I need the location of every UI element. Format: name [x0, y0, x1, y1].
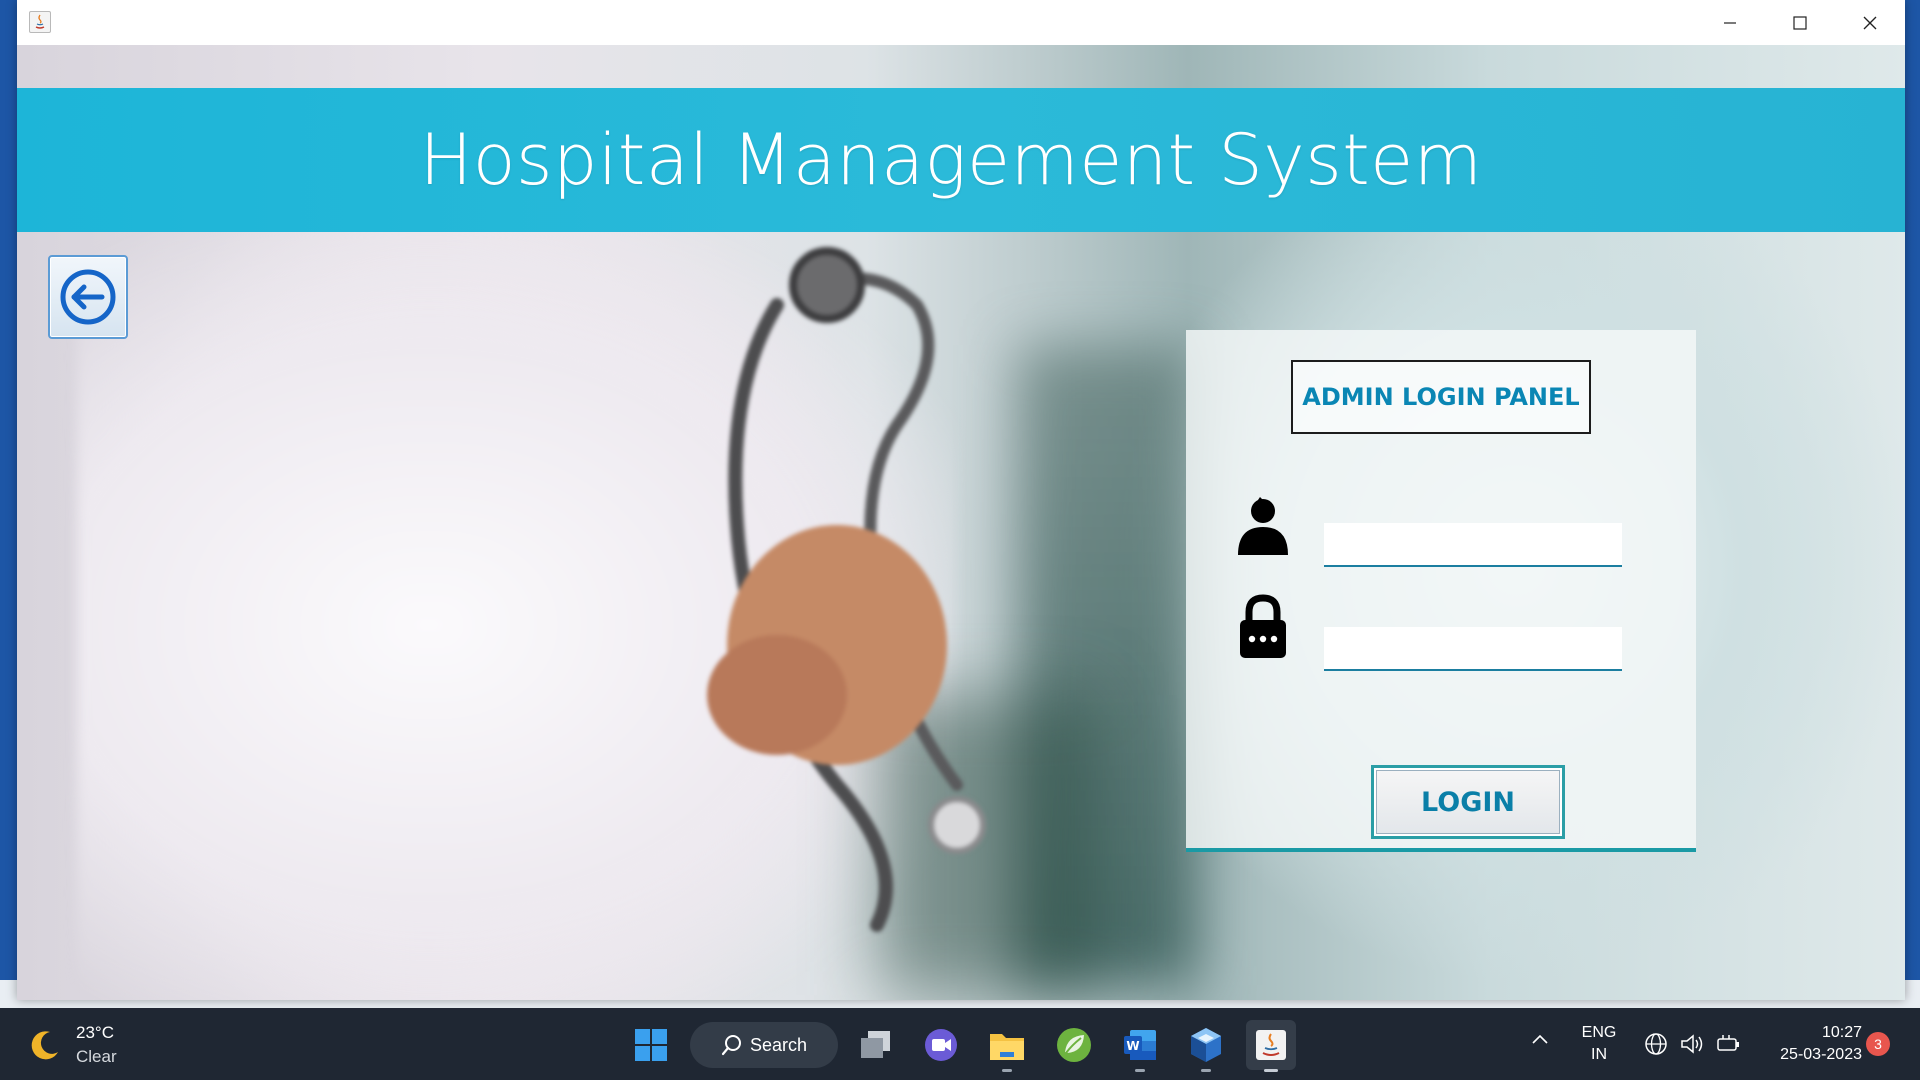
- taskbar-search[interactable]: Search: [690, 1022, 838, 1068]
- network-button[interactable]: [1642, 1030, 1670, 1058]
- taskbar: 23°C Clear Search W ENG IN 10:27 25-03-2…: [0, 1008, 1920, 1080]
- java-icon: [1256, 1030, 1286, 1060]
- page-title-text: Hospital Management System: [419, 119, 1483, 201]
- svg-text:W: W: [1126, 1039, 1139, 1053]
- battery-charging-icon: [1717, 1035, 1739, 1051]
- taskbar-java-app[interactable]: [1246, 1020, 1296, 1072]
- user-icon: [1233, 493, 1293, 557]
- region-code: IN: [1591, 1046, 1607, 1063]
- word-icon: W: [1124, 1030, 1156, 1060]
- taskbar-task-view[interactable]: [851, 1020, 901, 1070]
- login-frame: Hospital Management System ADMIN LOGIN P…: [17, 45, 1905, 1000]
- minimize-button[interactable]: [1695, 0, 1765, 45]
- maximize-button[interactable]: [1765, 0, 1835, 45]
- stethoscope-illustration: [707, 247, 986, 932]
- taskbar-teams[interactable]: [916, 1020, 966, 1070]
- running-indicator: [1201, 1069, 1211, 1072]
- minimize-icon: [1724, 21, 1736, 24]
- windows-logo-icon: [635, 1029, 667, 1061]
- task-view-icon: [861, 1031, 890, 1058]
- close-button[interactable]: [1835, 0, 1905, 45]
- taskbar-virtualbox[interactable]: [1181, 1020, 1231, 1072]
- close-icon: [1863, 16, 1877, 29]
- taskbar-word[interactable]: W: [1115, 1020, 1165, 1072]
- lock-icon: [1233, 594, 1293, 659]
- clock-date: 25-03-2023: [1780, 1046, 1862, 1063]
- language-indicator[interactable]: ENG IN: [1578, 1022, 1620, 1066]
- chevron-up-icon: [1532, 1034, 1548, 1044]
- title-bar[interactable]: [17, 0, 1905, 45]
- folder-icon: [990, 1034, 1024, 1060]
- login-button[interactable]: LOGIN: [1371, 765, 1565, 839]
- notification-badge[interactable]: 3: [1866, 1032, 1890, 1056]
- weather-temperature: 23°C: [76, 1023, 114, 1042]
- back-arrow-icon: [60, 269, 116, 325]
- moon-icon: [31, 1031, 58, 1060]
- weather-condition: Clear: [76, 1047, 117, 1066]
- running-indicator: [1264, 1069, 1278, 1072]
- speaker-icon: [1681, 1034, 1703, 1054]
- clock[interactable]: 10:27 25-03-2023: [1752, 1022, 1862, 1066]
- running-indicator: [1135, 1069, 1145, 1072]
- maximize-icon: [1793, 15, 1807, 30]
- leaf-icon: [1057, 1028, 1091, 1062]
- login-panel: ADMIN LOGIN PANEL LOGIN: [1186, 330, 1696, 852]
- taskbar-spring-tool[interactable]: [1049, 1020, 1099, 1070]
- volume-button[interactable]: [1678, 1030, 1706, 1058]
- cube-icon: [1191, 1028, 1221, 1062]
- back-button[interactable]: [48, 255, 128, 339]
- username-field[interactable]: [1324, 523, 1622, 567]
- show-hidden-icons-button[interactable]: [1530, 1030, 1550, 1055]
- search-icon: [721, 1035, 741, 1056]
- search-label: Search: [750, 1034, 808, 1055]
- language-code: ENG: [1581, 1024, 1617, 1041]
- battery-button[interactable]: [1714, 1030, 1742, 1058]
- weather-widget[interactable]: 23°C Clear: [28, 1020, 117, 1070]
- java-app-icon[interactable]: [29, 11, 51, 33]
- password-field[interactable]: [1324, 627, 1622, 671]
- panel-heading: ADMIN LOGIN PANEL: [1291, 360, 1591, 434]
- taskbar-file-explorer[interactable]: [982, 1020, 1032, 1072]
- running-indicator: [1002, 1069, 1012, 1072]
- globe-icon: [1645, 1033, 1667, 1055]
- page-title: Hospital Management System: [17, 88, 1905, 232]
- start-button[interactable]: [626, 1020, 676, 1070]
- clock-time: 10:27: [1821, 1024, 1862, 1041]
- app-window: Hospital Management System ADMIN LOGIN P…: [17, 0, 1905, 1000]
- video-chat-icon: [925, 1029, 957, 1061]
